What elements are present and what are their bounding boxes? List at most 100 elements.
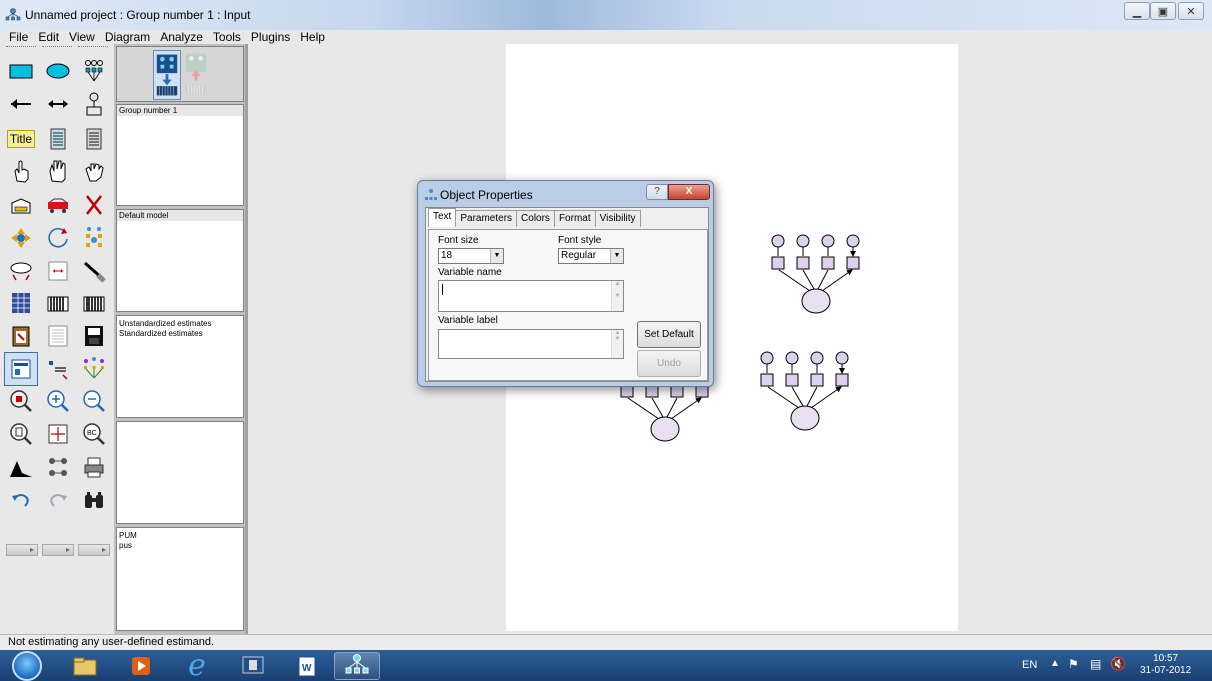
- menu-tools[interactable]: Tools: [208, 30, 246, 44]
- groups-list-item[interactable]: Group number 1: [117, 105, 243, 116]
- desktop-icon[interactable]: [230, 652, 276, 680]
- tab-visibility[interactable]: Visibility: [594, 210, 641, 227]
- title-tool-label: Title: [6, 130, 36, 148]
- reflect-icon[interactable]: [77, 221, 111, 255]
- minimize-button[interactable]: ▁: [1124, 2, 1150, 20]
- menu-file[interactable]: File: [4, 30, 33, 44]
- estimates-list-item[interactable]: Standardized estimates: [117, 329, 243, 339]
- single-arrow-icon[interactable]: [4, 87, 38, 121]
- print-icon[interactable]: [77, 450, 111, 484]
- language-indicator[interactable]: EN: [1022, 659, 1037, 671]
- indicator-icon[interactable]: [77, 54, 111, 88]
- tab-text[interactable]: Text: [428, 208, 457, 227]
- scroll-icon[interactable]: [41, 254, 75, 288]
- menu-diagram[interactable]: Diagram: [100, 30, 155, 44]
- amos-icon[interactable]: [334, 652, 380, 680]
- redo-icon[interactable]: [41, 483, 75, 517]
- zoom-page-icon[interactable]: [4, 417, 38, 451]
- speaker-icon[interactable]: 🔇: [1110, 656, 1126, 672]
- select-one-icon[interactable]: [4, 154, 38, 188]
- start-button[interactable]: [12, 651, 42, 681]
- show-hidden-icons-icon[interactable]: ▲: [1050, 658, 1060, 669]
- undo-icon[interactable]: [4, 483, 38, 517]
- internet-explorer-icon[interactable]: e: [174, 651, 220, 681]
- multiple-group-icon[interactable]: [41, 450, 75, 484]
- tab-colors[interactable]: Colors: [516, 210, 555, 227]
- variable-name-field[interactable]: ▲ ▼: [438, 280, 624, 312]
- flag-icon[interactable]: ⚑: [1068, 657, 1079, 671]
- calculate-estimates-icon[interactable]: [77, 286, 111, 320]
- set-default-button[interactable]: Set Default: [637, 321, 701, 348]
- menu-plugins[interactable]: Plugins: [246, 30, 295, 44]
- dialog-close-button[interactable]: X: [668, 184, 710, 200]
- menu-help[interactable]: Help: [295, 30, 330, 44]
- files-list-item[interactable]: pus: [117, 541, 243, 551]
- view-output-button[interactable]: [183, 50, 211, 100]
- word-icon[interactable]: W: [284, 652, 330, 680]
- save-icon[interactable]: [77, 319, 111, 353]
- toolbar-scroll-button[interactable]: ▸: [42, 544, 74, 556]
- variable-label-label: Variable label: [438, 315, 498, 326]
- close-button[interactable]: ✕: [1178, 2, 1204, 20]
- toolbar-scroll-button[interactable]: ▸: [6, 544, 38, 556]
- variable-label-scrollbar[interactable]: ▲ ▼: [611, 330, 623, 358]
- zoom-in-icon[interactable]: [41, 384, 75, 418]
- drag-properties-icon[interactable]: [41, 352, 75, 386]
- move-icon[interactable]: [41, 188, 75, 222]
- rectangle-icon[interactable]: [4, 54, 38, 88]
- select-all-icon[interactable]: [41, 154, 75, 188]
- estimates-list-item[interactable]: Unstandardized estimates: [117, 316, 243, 329]
- menu-view[interactable]: View: [64, 30, 100, 44]
- tab-parameters[interactable]: Parameters: [455, 210, 518, 227]
- tab-format[interactable]: Format: [553, 210, 596, 227]
- view-input-button[interactable]: [153, 50, 181, 100]
- unique-variable-icon[interactable]: [77, 87, 111, 121]
- font-style-select[interactable]: Regular ▼: [558, 248, 624, 264]
- models-list-item[interactable]: Default model: [117, 210, 243, 221]
- copy-to-clipboard-icon[interactable]: [4, 319, 38, 353]
- font-style-label: Font style: [558, 235, 602, 246]
- zoom-out-icon[interactable]: [77, 384, 111, 418]
- explorer-icon[interactable]: [62, 652, 108, 680]
- zoom-in-area-icon[interactable]: [4, 384, 38, 418]
- shape-change-icon[interactable]: [4, 254, 38, 288]
- ellipse-icon[interactable]: [41, 54, 75, 88]
- erase-icon[interactable]: [77, 188, 111, 222]
- list-variables-dataset-icon[interactable]: [77, 122, 111, 156]
- fit-to-page-icon[interactable]: [41, 417, 75, 451]
- title-icon[interactable]: Title: [4, 122, 38, 156]
- rotate-icon[interactable]: [41, 221, 75, 255]
- text-output-icon[interactable]: [41, 319, 75, 353]
- analysis-properties-icon[interactable]: [41, 286, 75, 320]
- variable-name-scrollbar[interactable]: ▲ ▼: [611, 281, 623, 311]
- duplicate-icon[interactable]: [4, 188, 38, 222]
- data-files-icon[interactable]: [4, 286, 38, 320]
- deselect-all-icon[interactable]: [77, 154, 111, 188]
- font-style-value: Regular: [561, 250, 597, 261]
- toolbar-scroll-button[interactable]: ▸: [78, 544, 110, 556]
- menu-analyze[interactable]: Analyze: [155, 30, 208, 44]
- input-path-icon: [156, 54, 178, 96]
- variable-label-field[interactable]: ▲ ▼: [438, 329, 624, 359]
- touch-up-icon[interactable]: [77, 254, 111, 288]
- dialog-title: Object Properties: [440, 188, 533, 202]
- specification-search-icon[interactable]: [77, 483, 111, 517]
- drawing-area[interactable]: [248, 44, 1212, 634]
- list-variables-model-icon[interactable]: [41, 122, 75, 156]
- media-player-icon[interactable]: [118, 652, 164, 680]
- clock[interactable]: 10:57 31-07-2012: [1140, 653, 1191, 677]
- help-button[interactable]: ?: [646, 184, 668, 200]
- status-text: Not estimating any user-defined estimand…: [8, 636, 215, 648]
- font-size-select[interactable]: 18 ▼: [438, 248, 504, 264]
- loupe-icon[interactable]: BC: [77, 417, 111, 451]
- double-arrow-icon[interactable]: [41, 87, 75, 121]
- bayesian-icon[interactable]: [4, 450, 38, 484]
- maximize-button[interactable]: ▣: [1150, 2, 1176, 20]
- undo-button[interactable]: Undo: [637, 350, 701, 377]
- menu-edit[interactable]: Edit: [33, 30, 64, 44]
- object-properties-icon[interactable]: [4, 352, 38, 386]
- preserve-symmetries-icon[interactable]: [77, 352, 111, 386]
- files-list-item[interactable]: PUM: [117, 528, 243, 541]
- network-icon[interactable]: ▤: [1090, 657, 1101, 671]
- move-parameter-icon[interactable]: [4, 221, 38, 255]
